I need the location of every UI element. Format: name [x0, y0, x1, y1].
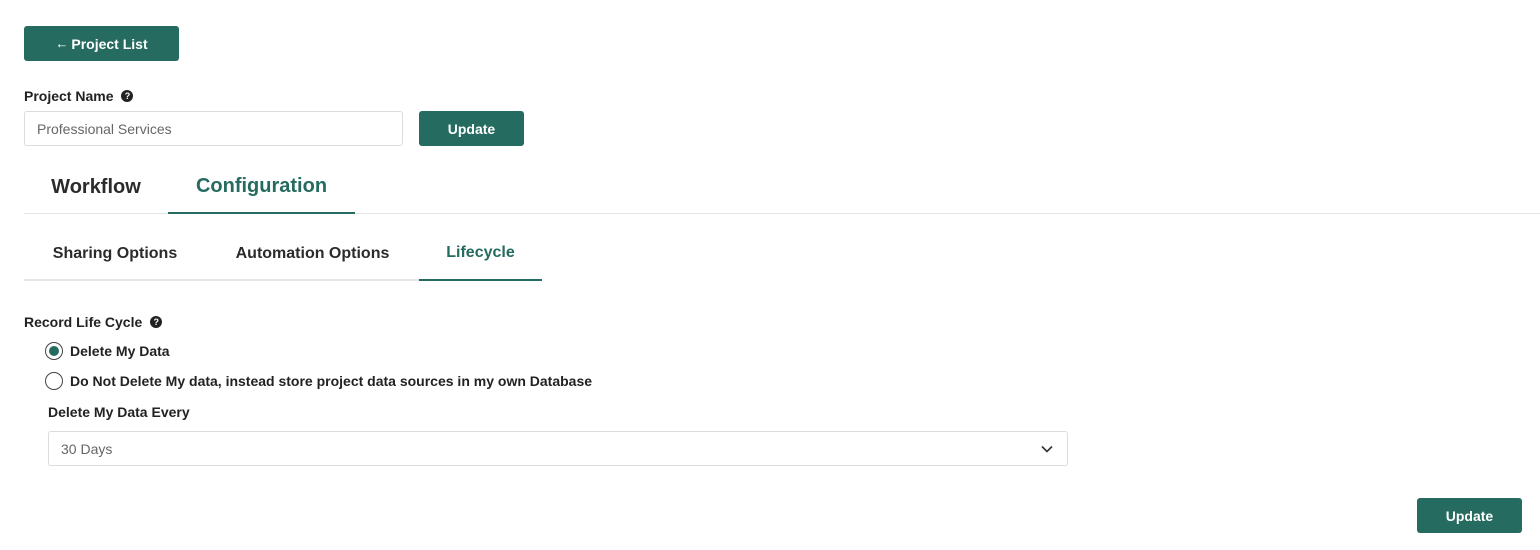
- record-life-cycle-label: Record Life Cycle ?: [24, 313, 163, 331]
- delete-interval-label-text: Delete My Data Every: [48, 404, 190, 420]
- radio-do-not-delete-label: Do Not Delete My data, instead store pro…: [70, 373, 593, 389]
- update-label: Update: [447, 120, 496, 137]
- tab-workflow-label: Workflow: [51, 175, 141, 198]
- delete-interval-label: Delete My Data Every: [48, 403, 190, 421]
- radio-button-checked[interactable]: [45, 342, 63, 360]
- project-list-label: Project List: [71, 35, 148, 52]
- tab-configuration-label: Configuration: [195, 174, 328, 197]
- main-tab-bar: Workflow Configuration: [24, 160, 1540, 214]
- chevron-down-icon: [1041, 445, 1053, 453]
- radio-delete-my-data[interactable]: Delete My Data: [45, 342, 170, 360]
- tab-sharing-options-label: Sharing Options: [52, 244, 178, 262]
- update-label: Update: [1445, 507, 1494, 524]
- sub-tab-bar: Sharing Options Automation Options Lifec…: [24, 226, 1540, 281]
- lifecycle-update-button[interactable]: Update: [1417, 498, 1522, 533]
- project-list-button[interactable]: ← Project List: [24, 26, 179, 61]
- delete-interval-value: 30 Days: [61, 440, 113, 457]
- radio-delete-my-data-label: Delete My Data: [70, 343, 170, 359]
- tab-automation-options[interactable]: Automation Options: [206, 226, 419, 281]
- question-circle-icon[interactable]: ?: [121, 90, 134, 102]
- tab-workflow[interactable]: Workflow: [24, 160, 168, 214]
- project-name-update-button[interactable]: Update: [419, 111, 524, 146]
- radio-do-not-delete[interactable]: Do Not Delete My data, instead store pro…: [45, 372, 592, 390]
- tab-sharing-options[interactable]: Sharing Options: [24, 226, 206, 281]
- radio-dot: [49, 346, 59, 356]
- tab-lifecycle-label: Lifecycle: [446, 243, 515, 261]
- radio-button-unchecked[interactable]: [45, 372, 63, 390]
- tab-configuration[interactable]: Configuration: [168, 160, 355, 214]
- tab-lifecycle[interactable]: Lifecycle: [419, 226, 542, 281]
- page: ← Project List Project Name ? Update Wor…: [0, 0, 1540, 550]
- project-name-label: Project Name ?: [24, 87, 134, 105]
- question-circle-icon[interactable]: ?: [150, 316, 163, 328]
- tab-automation-options-label: Automation Options: [235, 244, 390, 262]
- project-name-label-text: Project Name: [24, 88, 114, 104]
- delete-interval-select[interactable]: 30 Days: [48, 431, 1068, 466]
- project-name-input[interactable]: [24, 111, 403, 146]
- arrow-left-icon: ←: [55, 36, 69, 51]
- record-life-cycle-label-text: Record Life Cycle: [24, 314, 143, 330]
